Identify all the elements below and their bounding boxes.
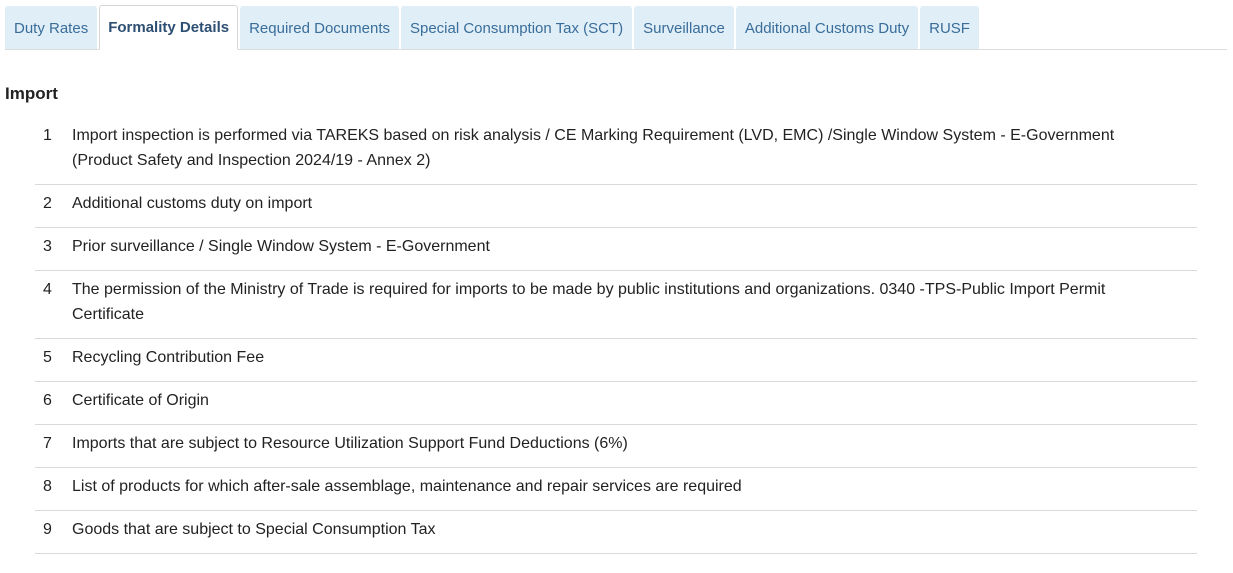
item-number: 8 xyxy=(43,478,52,495)
list-item: 1 Import inspection is performed via TAR… xyxy=(35,117,1197,185)
item-text: Additional customs duty on import xyxy=(72,195,313,212)
item-number: 6 xyxy=(43,392,52,409)
section-title: Import xyxy=(5,84,58,103)
item-number: 2 xyxy=(43,195,52,212)
list-item: 3 Prior surveillance / Single Window Sys… xyxy=(35,228,1197,271)
item-number: 9 xyxy=(43,521,52,538)
list-item: 5 Recycling Contribution Fee xyxy=(35,339,1197,382)
tab-surveillance[interactable]: Surveillance xyxy=(634,6,734,49)
tab-additional-customs-duty[interactable]: Additional Customs Duty xyxy=(735,6,919,49)
item-text: List of products for which after-sale as… xyxy=(72,478,742,495)
item-number: 3 xyxy=(43,238,52,255)
list-item: 7 Imports that are subject to Resource U… xyxy=(35,425,1197,468)
formality-list: 1 Import inspection is performed via TAR… xyxy=(35,117,1197,554)
list-item: 9 Goods that are subject to Special Cons… xyxy=(35,511,1197,554)
tab-formality-details[interactable]: Formality Details xyxy=(99,5,239,50)
tab-rusf[interactable]: RUSF xyxy=(920,6,979,49)
list-item: 8 List of products for which after-sale … xyxy=(35,468,1197,511)
tab-special-consumption-tax[interactable]: Special Consumption Tax (SCT) xyxy=(400,6,633,49)
item-number: 5 xyxy=(43,349,52,366)
list-item: 6 Certificate of Origin xyxy=(35,382,1197,425)
item-text: Goods that are subject to Special Consum… xyxy=(72,521,436,538)
list-item: 2 Additional customs duty on import xyxy=(35,185,1197,228)
item-text: Import inspection is performed via TAREK… xyxy=(72,127,1115,169)
tab-bar: Duty Rates Formality Details Required Do… xyxy=(5,5,1227,50)
item-text: Recycling Contribution Fee xyxy=(72,349,265,366)
item-number: 7 xyxy=(43,435,52,452)
item-text: Certificate of Origin xyxy=(72,392,209,409)
tab-duty-rates[interactable]: Duty Rates xyxy=(5,6,98,49)
item-text: Imports that are subject to Resource Uti… xyxy=(72,435,628,452)
tab-required-documents[interactable]: Required Documents xyxy=(240,6,399,49)
item-number: 1 xyxy=(43,127,52,144)
list-item: 4 The permission of the Ministry of Trad… xyxy=(35,271,1197,339)
item-number: 4 xyxy=(43,281,52,298)
item-text: Prior surveillance / Single Window Syste… xyxy=(72,238,490,255)
item-text: The permission of the Ministry of Trade … xyxy=(72,281,1106,323)
